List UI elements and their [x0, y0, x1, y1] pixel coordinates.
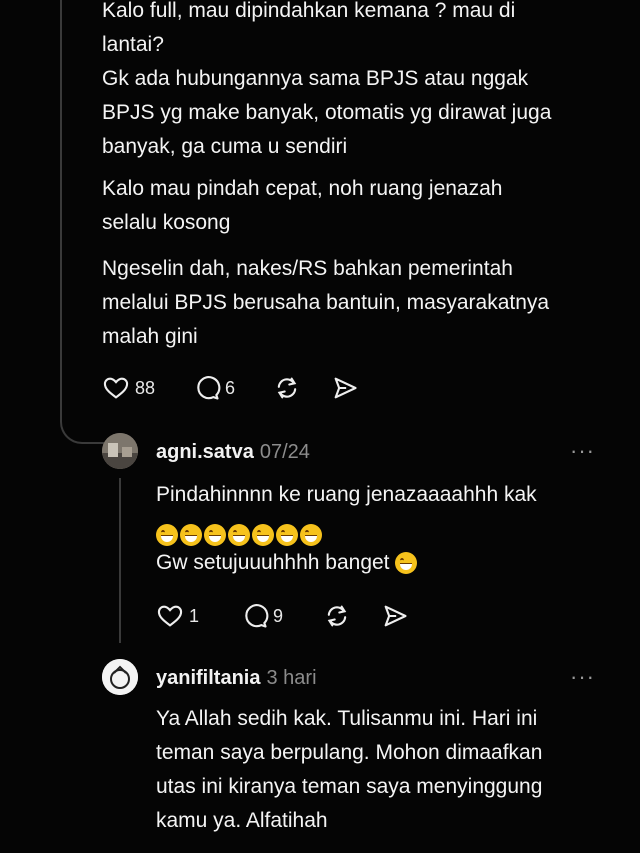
reply-button[interactable]: 9 [241, 602, 283, 630]
post-line: Gk ada hubungannya sama BPJS atau nggak [102, 67, 529, 90]
thread-line [60, 0, 62, 410]
reply-header: yanifiltania 3 hari [156, 667, 317, 690]
avatar[interactable] [102, 659, 138, 695]
comment-icon [197, 376, 221, 400]
like-count: 1 [189, 605, 200, 626]
reply-line: kamu ya. Alfatihah [156, 809, 328, 832]
post-paragraph: Kalo mau pindah cepat, noh ruang jenazah… [102, 172, 632, 240]
post-line: malah gini [102, 325, 198, 348]
reply-line: utas ini kiranya teman saya menyinggung [156, 775, 543, 798]
timestamp: 3 hari [266, 667, 317, 689]
share-icon [384, 605, 407, 627]
post-actions: 88 6 [102, 374, 359, 402]
grinning-emoji-icon [180, 524, 202, 547]
heart-icon [157, 605, 183, 627]
post-line: Kalo mau pindah cepat, noh ruang jenazah [102, 177, 503, 200]
grinning-emoji-icon [252, 524, 274, 547]
timestamp: 07/24 [259, 441, 310, 463]
like-count: 88 [135, 377, 156, 398]
yawning-emoji-icon [395, 552, 418, 575]
share-icon [334, 377, 357, 399]
reply-line: teman saya berpulang. Mohon dimaafkan [156, 741, 543, 764]
reply-actions: 1 9 [156, 602, 409, 630]
post-line: banyak, ga cuma u sendiri [102, 135, 348, 158]
grinning-emoji-icon [204, 524, 226, 547]
repost-icon [277, 377, 297, 399]
reply-header: agni.satva 07/24 [156, 441, 310, 464]
repost-button[interactable] [273, 374, 301, 402]
avatar-image [102, 433, 138, 469]
thread-line [119, 478, 121, 643]
grinning-emoji-icon [156, 524, 178, 547]
reply-line: Pindahinnnn ke ruang jenazaaaahhh kak [156, 483, 537, 506]
reply-line: Gw setujuuuhhhh banget [156, 546, 616, 580]
repost-button[interactable] [323, 602, 351, 630]
grinning-emoji-icon [276, 524, 298, 547]
more-options-button[interactable]: ··· [570, 438, 595, 464]
reply-text: Gw setujuuuhhhh banget [156, 551, 390, 574]
avatar-image [102, 659, 138, 695]
post-line: Ngeselin dah, nakes/RS bahkan pemerintah [102, 257, 513, 280]
post-line: melalui BPJS berusaha bantuin, masyaraka… [102, 291, 550, 314]
grinning-emoji-icon [228, 524, 250, 547]
reply-count: 9 [273, 605, 284, 626]
username[interactable]: agni.satva [156, 441, 254, 463]
reply-body: Pindahinnnn ke ruang jenazaaaahhh kak Gw… [156, 478, 616, 580]
post-line: Kalo full, mau dipindahkan kemana ? mau … [102, 0, 516, 22]
reply-line: Ya Allah sedih kak. Tulisanmu ini. Hari … [156, 707, 538, 730]
post-line: lantai? [102, 33, 164, 56]
post-body: Kalo full, mau dipindahkan kemana ? mau … [102, 0, 632, 164]
share-button[interactable] [381, 602, 409, 630]
avatar[interactable] [102, 433, 138, 469]
thread-connector [60, 400, 104, 444]
emoji-row [156, 512, 616, 547]
repost-icon [327, 605, 347, 627]
reply-count: 6 [225, 377, 236, 398]
like-button[interactable]: 1 [156, 602, 199, 630]
comment-icon [245, 604, 269, 628]
reply-button[interactable]: 6 [193, 374, 235, 402]
reply-body: Ya Allah sedih kak. Tulisanmu ini. Hari … [156, 702, 626, 838]
heart-icon [103, 377, 129, 399]
more-options-button[interactable]: ··· [570, 664, 595, 690]
post-line: selalu kosong [102, 211, 231, 234]
username[interactable]: yanifiltania [156, 667, 260, 689]
post-paragraph: Ngeselin dah, nakes/RS bahkan pemerintah… [102, 252, 632, 354]
post-line: BPJS yg make banyak, otomatis yg dirawat… [102, 101, 552, 124]
grinning-emoji-icon [300, 524, 322, 547]
share-button[interactable] [331, 374, 359, 402]
like-button[interactable]: 88 [102, 374, 155, 402]
